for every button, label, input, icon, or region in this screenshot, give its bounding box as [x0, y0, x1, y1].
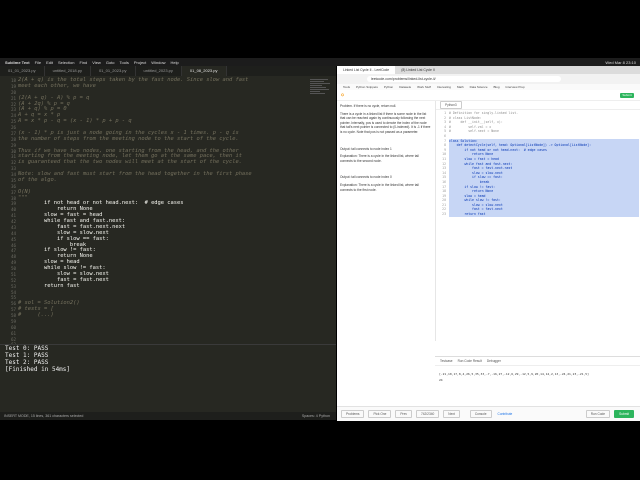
description-paragraph: Explanation: There is a cycle in the lin…	[340, 182, 419, 192]
submit-button[interactable]: Submit	[614, 410, 634, 418]
menu-item[interactable]: Window	[151, 60, 165, 65]
menu-item[interactable]: Edit	[46, 60, 53, 65]
problem-navigation: Problems Pick One Prev 742/2340 Next	[337, 410, 460, 418]
editor-tab[interactable]: untitled_2018.py	[45, 66, 91, 76]
description-paragraph: Explanation: There is a cycle in the lin…	[340, 154, 419, 163]
testcase-pos[interactable]: 24	[439, 378, 636, 382]
line-number-gutter: 18 19 20 21 22 23 24 25 26 27 28 29 30 31 32 33 34 35 36 37…	[0, 78, 16, 353]
menu-bar: Sublime Text File Edit Selection Find View Got…	[0, 58, 640, 66]
run-code-button[interactable]: Run Code	[585, 410, 611, 418]
menu-item[interactable]: Help	[171, 60, 179, 65]
contribute-link[interactable]: Contribute	[498, 412, 513, 416]
problem-nav-item[interactable]: Problems	[341, 410, 365, 418]
browser-tab[interactable]: Linked List Cycle II - LeetCode	[337, 66, 396, 74]
minimap[interactable]	[310, 78, 332, 118]
console-line: Test 0: PASS	[5, 345, 49, 352]
description-paragraph: There is a cycle in a linked list if the…	[340, 111, 431, 134]
top-submit-button[interactable]: Submit	[620, 92, 634, 98]
console-line: Test 1: PASS	[5, 352, 49, 359]
code-line: # (...)	[18, 312, 54, 318]
browser-window: Linked List Cycle II - LeetCode (8) Linke…	[337, 66, 640, 421]
url-field[interactable]: leetcode.com/problems/linked-list-cycle-…	[367, 76, 561, 82]
problem-nav-item[interactable]: Prev	[395, 410, 412, 418]
testcase-input[interactable]: [-21,10,17,8,4,26,5,35,33,-7,-16,27,-12,…	[439, 372, 636, 376]
menu-item[interactable]: File	[35, 60, 41, 65]
testcase-tab[interactable]: Debugger	[487, 359, 501, 363]
status-left-text: INSERT MODE, 15 lines, 361 characters se…	[4, 414, 84, 418]
menubar-clock: Wed Mar 8 23:10	[605, 59, 636, 65]
lc-line-number: 23	[442, 212, 446, 217]
minimap-line	[310, 91, 320, 92]
menu-item[interactable]: Selection	[58, 60, 74, 65]
console-line: [Finished in 54ms]	[5, 366, 71, 373]
status-right-text: Spaces: 4 Python	[301, 414, 330, 418]
editor-tab-bar: 01_01_2023.py untitled_2018.py 01_01_2023.…	[0, 66, 336, 76]
testcase-tabs: Testcase Run Code Result Debugger	[435, 357, 640, 366]
menu-item[interactable]: Project	[134, 60, 146, 65]
lc-code-area[interactable]: # Definition for singly-linked list. # cl…	[449, 111, 639, 217]
minimap-line	[310, 93, 325, 94]
description-paragraph: Output: tail connects to node index 1	[340, 146, 392, 151]
problem-description-pane: Problem. If there is no cycle, return nu…	[337, 101, 434, 401]
code-area[interactable]: 2(A + q) is the total steps taken by the…	[18, 77, 310, 350]
menu-item[interactable]: Goto	[106, 60, 115, 65]
console-line: Test 2: PASS	[5, 359, 49, 366]
editor-tab[interactable]: 01_08_2023.py	[181, 66, 227, 76]
language-bar: Python3	[436, 101, 640, 110]
minimap-line	[310, 81, 324, 82]
minimap-line	[310, 83, 330, 84]
problem-nav-item[interactable]: 742/2340	[415, 410, 440, 418]
menu-item[interactable]: View	[92, 60, 101, 65]
menu-item[interactable]: Find	[79, 60, 87, 65]
console-button[interactable]: Console	[469, 410, 492, 418]
problem-nav-item[interactable]: Pick One	[368, 410, 392, 418]
editor-tab[interactable]: untitled_2023.py	[136, 66, 182, 76]
description-paragraph: Problem. If there is no cycle, return nu…	[340, 104, 397, 108]
testcase-tab[interactable]: Run Code Result	[458, 359, 482, 363]
address-bar-row: leetcode.com/problems/linked-list-cycle-…	[337, 74, 640, 84]
bottom-action-bar: Problems Pick One Prev 742/2340 Next Console…	[337, 406, 640, 421]
editor-status-bar: INSERT MODE, 15 lines, 361 characters se…	[0, 412, 336, 420]
testcase-pane: Testcase Run Code Result Debugger [-21,10,…	[435, 356, 640, 405]
lc-code-line: return fast	[449, 212, 639, 217]
language-select[interactable]: Python3	[440, 101, 462, 109]
browser-tab[interactable]: (8) Linked List Cycle II	[395, 66, 441, 74]
leetcode-nav: ⌬ Submit	[337, 90, 640, 101]
editor-tab[interactable]: 01_01_2023.py	[91, 66, 136, 76]
build-output-console: Test 0: PASS Test 1: PASS Test 2: PASS [Fin…	[0, 344, 336, 413]
menu-item[interactable]: Tools	[120, 60, 129, 65]
leetcode-logo-icon[interactable]: ⌬	[341, 93, 344, 97]
minimap-line	[310, 79, 328, 80]
lc-line-numbers: 1 2 3 4 5 6 7 8 9 10 11 12 13 14 15 16 17 18 19 20 21 22 23	[436, 111, 446, 217]
minimap-line	[310, 89, 329, 90]
description-paragraph: Output: tail connects to node index 0	[340, 175, 392, 180]
minimap-line	[310, 87, 326, 88]
sublime-editor-window: 01_01_2023.py untitled_2018.py 01_01_2023.…	[0, 66, 336, 420]
testcase-tab[interactable]: Testcase	[440, 359, 453, 363]
editor-tab[interactable]: 01_01_2023.py	[0, 66, 45, 76]
problem-nav-item[interactable]: Next	[443, 410, 460, 418]
minimap-line	[310, 85, 322, 86]
menu-item[interactable]: Sublime Text	[5, 60, 30, 65]
browser-tab-strip: Linked List Cycle II - LeetCode (8) Linke…	[337, 66, 640, 74]
leetcode-code-editor[interactable]: Python3 1 2 3 4 5 6 7 8 9 10 11 12 13 14 15 16 17 18 19 20 2…	[435, 101, 640, 341]
